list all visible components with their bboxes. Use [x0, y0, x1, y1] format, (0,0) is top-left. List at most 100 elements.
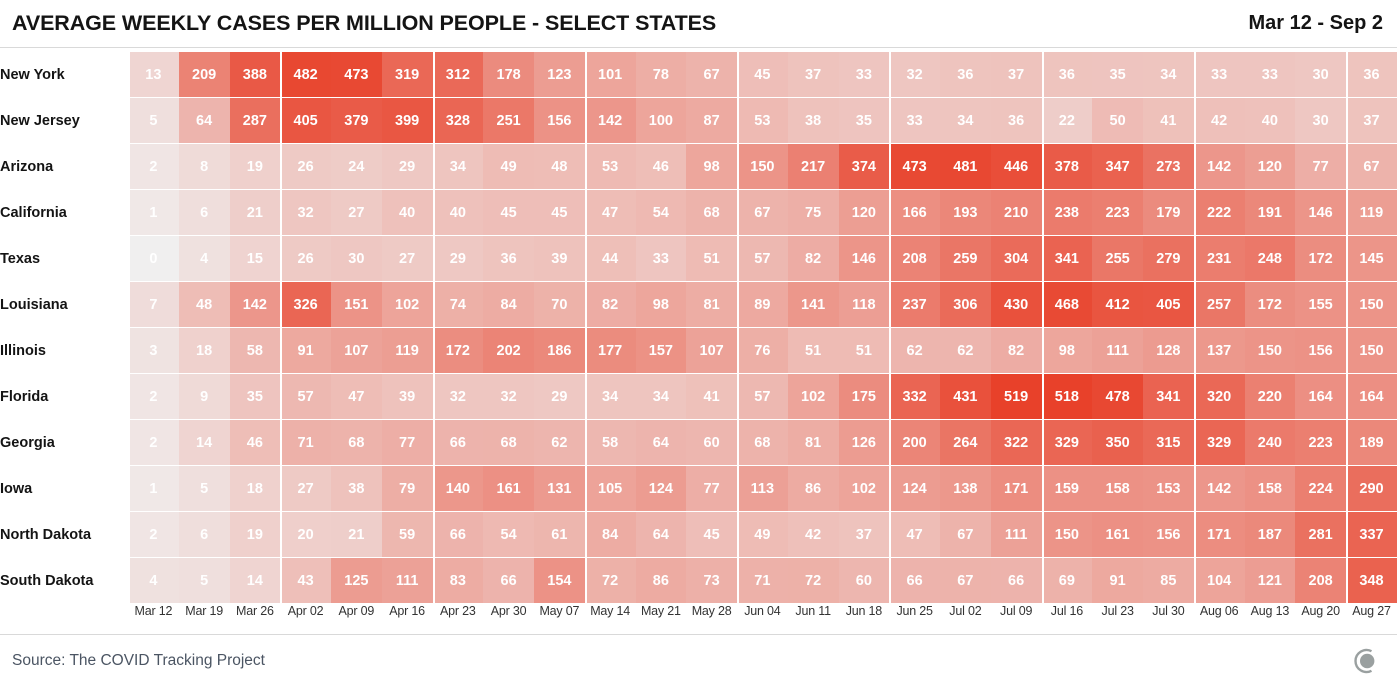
heatmap-cell[interactable]: 33: [1193, 52, 1245, 98]
heatmap-cell[interactable]: 224: [1295, 465, 1346, 512]
heatmap-cell[interactable]: 66: [432, 511, 484, 558]
heatmap-cell[interactable]: 223: [1092, 189, 1143, 236]
heatmap-cell[interactable]: 33: [635, 235, 687, 282]
heatmap-cell[interactable]: 379: [331, 97, 382, 144]
heatmap-cell[interactable]: 18: [178, 327, 230, 374]
heatmap-cell[interactable]: 98: [635, 281, 687, 328]
heatmap-cell[interactable]: 161: [1092, 511, 1143, 558]
heatmap-cell[interactable]: 20: [280, 511, 331, 558]
heatmap-cell[interactable]: 75: [787, 189, 839, 236]
heatmap-cell[interactable]: 42: [787, 511, 839, 558]
heatmap-cell[interactable]: 172: [1244, 281, 1296, 328]
heatmap-cell[interactable]: 189: [1346, 419, 1397, 466]
heatmap-cell[interactable]: 27: [381, 235, 433, 282]
heatmap-cell[interactable]: 138: [940, 465, 991, 512]
heatmap-cell[interactable]: 120: [838, 189, 890, 236]
heatmap-cell[interactable]: 332: [889, 373, 940, 420]
heatmap-cell[interactable]: 48: [178, 281, 230, 328]
heatmap-cell[interactable]: 482: [280, 52, 331, 98]
heatmap-cell[interactable]: 51: [838, 327, 890, 374]
heatmap-cell[interactable]: 177: [584, 327, 636, 374]
heatmap-cell[interactable]: 41: [686, 373, 737, 420]
heatmap-cell[interactable]: 187: [1244, 511, 1296, 558]
heatmap-cell[interactable]: 82: [990, 327, 1042, 374]
heatmap-cell[interactable]: 124: [635, 465, 687, 512]
heatmap-cell[interactable]: 68: [331, 419, 382, 466]
heatmap-cell[interactable]: 77: [381, 419, 433, 466]
heatmap-cell[interactable]: 37: [1346, 97, 1397, 144]
heatmap-cell[interactable]: 64: [635, 419, 687, 466]
heatmap-cell[interactable]: 21: [331, 511, 382, 558]
heatmap-cell[interactable]: 156: [1143, 511, 1194, 558]
heatmap-cell[interactable]: 178: [483, 52, 534, 98]
heatmap-cell[interactable]: 412: [1092, 281, 1143, 328]
heatmap-cell[interactable]: 124: [889, 465, 940, 512]
heatmap-cell[interactable]: 61: [534, 511, 585, 558]
heatmap-cell[interactable]: 322: [990, 419, 1042, 466]
heatmap-cell[interactable]: 126: [838, 419, 890, 466]
heatmap-cell[interactable]: 102: [838, 465, 890, 512]
heatmap-cell[interactable]: 151: [331, 281, 382, 328]
heatmap-cell[interactable]: 142: [1193, 143, 1245, 190]
heatmap-cell[interactable]: 156: [1295, 327, 1346, 374]
heatmap-cell[interactable]: 13: [128, 52, 179, 98]
heatmap-cell[interactable]: 81: [787, 419, 839, 466]
heatmap-cell[interactable]: 118: [838, 281, 890, 328]
heatmap-cell[interactable]: 50: [1092, 97, 1143, 144]
heatmap-cell[interactable]: 26: [280, 143, 331, 190]
heatmap-cell[interactable]: 191: [1244, 189, 1296, 236]
heatmap-cell[interactable]: 40: [1244, 97, 1296, 144]
heatmap-cell[interactable]: 146: [838, 235, 890, 282]
heatmap-cell[interactable]: 141: [787, 281, 839, 328]
heatmap-cell[interactable]: 66: [432, 419, 484, 466]
heatmap-cell[interactable]: 64: [178, 97, 230, 144]
heatmap-cell[interactable]: 22: [1041, 97, 1093, 144]
heatmap-cell[interactable]: 37: [787, 52, 839, 98]
heatmap-cell[interactable]: 48: [534, 143, 585, 190]
heatmap-cell[interactable]: 100: [635, 97, 687, 144]
heatmap-cell[interactable]: 468: [1041, 281, 1093, 328]
heatmap-cell[interactable]: 77: [1295, 143, 1346, 190]
heatmap-cell[interactable]: 378: [1041, 143, 1093, 190]
heatmap-cell[interactable]: 186: [534, 327, 585, 374]
heatmap-cell[interactable]: 69: [1041, 557, 1093, 604]
heatmap-cell[interactable]: 45: [686, 511, 737, 558]
heatmap-cell[interactable]: 9: [178, 373, 230, 420]
heatmap-cell[interactable]: 33: [889, 97, 940, 144]
heatmap-cell[interactable]: 26: [280, 235, 331, 282]
heatmap-cell[interactable]: 306: [940, 281, 991, 328]
heatmap-cell[interactable]: 85: [1143, 557, 1194, 604]
heatmap-cell[interactable]: 89: [737, 281, 788, 328]
heatmap-cell[interactable]: 8: [178, 143, 230, 190]
heatmap-cell[interactable]: 27: [280, 465, 331, 512]
heatmap-cell[interactable]: 19: [229, 143, 281, 190]
heatmap-cell[interactable]: 67: [940, 511, 991, 558]
heatmap-cell[interactable]: 30: [1295, 52, 1346, 98]
heatmap-cell[interactable]: 53: [584, 143, 636, 190]
heatmap-cell[interactable]: 121: [1244, 557, 1296, 604]
heatmap-cell[interactable]: 150: [1244, 327, 1296, 374]
heatmap-cell[interactable]: 29: [381, 143, 433, 190]
heatmap-cell[interactable]: 98: [686, 143, 737, 190]
heatmap-cell[interactable]: 36: [1041, 52, 1093, 98]
heatmap-cell[interactable]: 481: [940, 143, 991, 190]
heatmap-cell[interactable]: 91: [280, 327, 331, 374]
heatmap-cell[interactable]: 46: [229, 419, 281, 466]
heatmap-cell[interactable]: 113: [737, 465, 788, 512]
heatmap-cell[interactable]: 32: [432, 373, 484, 420]
heatmap-cell[interactable]: 155: [1295, 281, 1346, 328]
heatmap-cell[interactable]: 54: [635, 189, 687, 236]
heatmap-cell[interactable]: 36: [990, 97, 1042, 144]
heatmap-cell[interactable]: 35: [838, 97, 890, 144]
heatmap-cell[interactable]: 6: [178, 189, 230, 236]
heatmap-cell[interactable]: 35: [1092, 52, 1143, 98]
heatmap-cell[interactable]: 38: [787, 97, 839, 144]
heatmap-cell[interactable]: 66: [889, 557, 940, 604]
heatmap-cell[interactable]: 107: [331, 327, 382, 374]
heatmap-cell[interactable]: 74: [432, 281, 484, 328]
heatmap-cell[interactable]: 145: [1346, 235, 1397, 282]
heatmap-cell[interactable]: 72: [584, 557, 636, 604]
heatmap-cell[interactable]: 66: [483, 557, 534, 604]
heatmap-cell[interactable]: 111: [1092, 327, 1143, 374]
heatmap-cell[interactable]: 164: [1346, 373, 1397, 420]
